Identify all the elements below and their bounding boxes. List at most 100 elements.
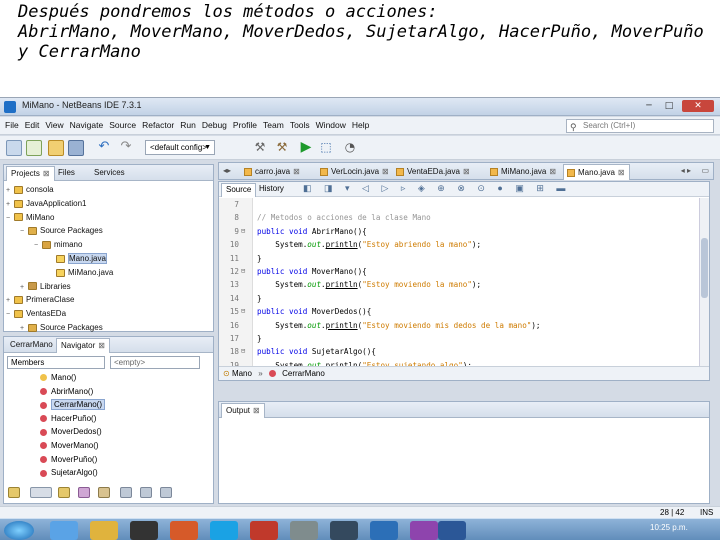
tree-node[interactable]: + Libraries	[20, 280, 71, 293]
media-player-icon[interactable]	[130, 521, 158, 540]
maximize-button[interactable]: □	[660, 100, 678, 112]
app-icon[interactable]	[290, 521, 318, 540]
collapse-icon[interactable]: −	[34, 239, 42, 252]
menu-refactor[interactable]: Refactor	[139, 117, 177, 133]
menu-window[interactable]: Window	[313, 117, 349, 133]
fold-icon[interactable]: ⊟	[241, 345, 250, 358]
word-icon[interactable]	[438, 521, 466, 540]
tab-cerrarmano[interactable]: CerrarMano	[6, 338, 57, 353]
profile-icon[interactable]: ◔	[342, 140, 358, 156]
run-icon[interactable]: ▶	[298, 140, 314, 156]
close-tab-icon[interactable]: ⊠	[618, 168, 625, 177]
menu-source[interactable]: Source	[106, 117, 139, 133]
menu-tools[interactable]: Tools	[287, 117, 313, 133]
editor-tab[interactable]: carro.java ⊠	[241, 164, 304, 180]
editor-tab[interactable]: Mano.java ⊠	[563, 164, 630, 180]
close-tab-icon[interactable]: ⊠	[382, 167, 389, 176]
breadcrumb-method[interactable]: CerrarMano	[282, 369, 325, 378]
menu-team[interactable]: Team	[260, 117, 287, 133]
member-item[interactable]: HacerPuño()	[40, 414, 96, 423]
scroll-thumb[interactable]	[701, 238, 708, 298]
menu-navigate[interactable]: Navigate	[67, 117, 107, 133]
powerpoint-icon[interactable]	[250, 521, 278, 540]
hammer-icon[interactable]: ⚒	[252, 140, 268, 156]
new-file-icon[interactable]	[26, 140, 42, 156]
tab-projects[interactable]: Projects ⊠	[6, 166, 55, 181]
maximize-editor-icon[interactable]: ▭	[701, 166, 709, 175]
internet-explorer-icon[interactable]	[50, 521, 78, 540]
tree-node[interactable]: − MiMano	[6, 211, 54, 224]
sort-alpha-icon[interactable]	[140, 487, 152, 498]
editor-scrollbar[interactable]	[699, 198, 709, 366]
new-project-icon[interactable]	[6, 140, 22, 156]
tree-node[interactable]: − mimano	[34, 238, 82, 251]
member-item[interactable]: Mano()	[40, 373, 76, 382]
close-button[interactable]: ✕	[682, 100, 714, 112]
fold-icon[interactable]: ⊟	[241, 305, 250, 318]
sort-source-icon[interactable]	[160, 487, 172, 498]
file-explorer-icon[interactable]	[90, 521, 118, 540]
filter-icon[interactable]	[8, 487, 20, 498]
close-tab-icon[interactable]: ⊠	[293, 167, 300, 176]
menu-view[interactable]: View	[42, 117, 66, 133]
netbeans-task-icon[interactable]	[370, 521, 398, 540]
fold-icon[interactable]: ⊟	[241, 225, 250, 238]
close-tab-icon[interactable]: ⊠	[549, 167, 556, 176]
collapse-icon[interactable]: −	[20, 225, 28, 238]
tab-services[interactable]: Services	[90, 166, 129, 181]
collapse-icon[interactable]: −	[6, 212, 14, 225]
editor-tab[interactable]: MiMano.java ⊠	[487, 164, 560, 180]
expand-icon[interactable]: +	[6, 198, 14, 211]
member-item[interactable]: MoverPuño()	[40, 455, 97, 464]
tab-navigator[interactable]: Navigator ⊠	[56, 338, 110, 353]
menu-file[interactable]: File	[2, 117, 22, 133]
member-item[interactable]: CerrarMano()	[40, 399, 106, 411]
tab-history[interactable]: History	[255, 183, 288, 197]
members-select[interactable]: Members	[7, 356, 105, 369]
filter-select[interactable]: <empty>	[110, 356, 200, 369]
close-tab-icon[interactable]: ⊠	[463, 167, 470, 176]
app-icon-3[interactable]	[410, 521, 438, 540]
collapse-icon[interactable]: −	[6, 308, 14, 321]
static-icon[interactable]	[78, 487, 90, 498]
search-box[interactable]: ⚲ Search (Ctrl+I)	[566, 119, 714, 133]
tab-source[interactable]: Source	[221, 183, 257, 197]
sort-icon[interactable]	[120, 487, 132, 498]
fold-icon[interactable]: ⊟	[241, 265, 250, 278]
code-editor[interactable]: Source History ◧ ◨ ▾ ◁ ▷ ▹ ◈ ⊕ ⊗ ⊙ ● ▣ ⊞…	[218, 181, 710, 381]
filter-toggle-icon[interactable]	[30, 487, 52, 498]
menu-run[interactable]: Run	[177, 117, 199, 133]
start-button-icon[interactable]	[4, 521, 34, 540]
open-project-icon[interactable]	[48, 140, 64, 156]
skype-icon[interactable]	[210, 521, 238, 540]
member-item[interactable]: MoverMano()	[40, 441, 99, 450]
menu-edit[interactable]: Edit	[22, 117, 43, 133]
undo-icon[interactable]: ↶	[96, 140, 112, 156]
tree-node[interactable]: − Source Packages	[20, 224, 103, 237]
editor-tab[interactable]: VerLocin.java ⊠	[317, 164, 393, 180]
minimize-button[interactable]: ─	[640, 100, 658, 112]
tree-node[interactable]: Mano.java	[48, 252, 107, 265]
redo-icon[interactable]: ↷	[118, 140, 134, 156]
expand-icon[interactable]: +	[20, 322, 28, 335]
tree-node[interactable]: + JavaApplication1	[6, 197, 86, 210]
member-item[interactable]: SujetarAlgo()	[40, 468, 98, 477]
tree-node[interactable]: + consola	[6, 183, 54, 196]
save-all-icon[interactable]	[68, 140, 84, 156]
breadcrumb-class[interactable]: Mano	[232, 369, 252, 378]
tree-node[interactable]: + Source Packages	[20, 321, 103, 334]
inherited-icon[interactable]	[98, 487, 110, 498]
editor-tab[interactable]: VentaEDa.java ⊠	[393, 164, 474, 180]
tree-node[interactable]: + PrimeraClase	[6, 293, 74, 306]
member-item[interactable]: MoverDedos()	[40, 427, 102, 436]
expand-icon[interactable]: +	[6, 184, 14, 197]
config-select[interactable]: <default config> ▼	[145, 140, 215, 155]
debug-icon[interactable]: ⬚	[318, 140, 334, 156]
tab-scroll-left-icon[interactable]: ◂▸	[223, 166, 231, 175]
tree-node[interactable]: − VentasEDa	[6, 307, 66, 320]
firefox-icon[interactable]	[170, 521, 198, 540]
tree-node[interactable]: MiMano.java	[48, 266, 113, 279]
app-icon-2[interactable]	[330, 521, 358, 540]
expand-icon[interactable]: +	[20, 281, 28, 294]
expand-icon[interactable]: +	[6, 294, 14, 307]
